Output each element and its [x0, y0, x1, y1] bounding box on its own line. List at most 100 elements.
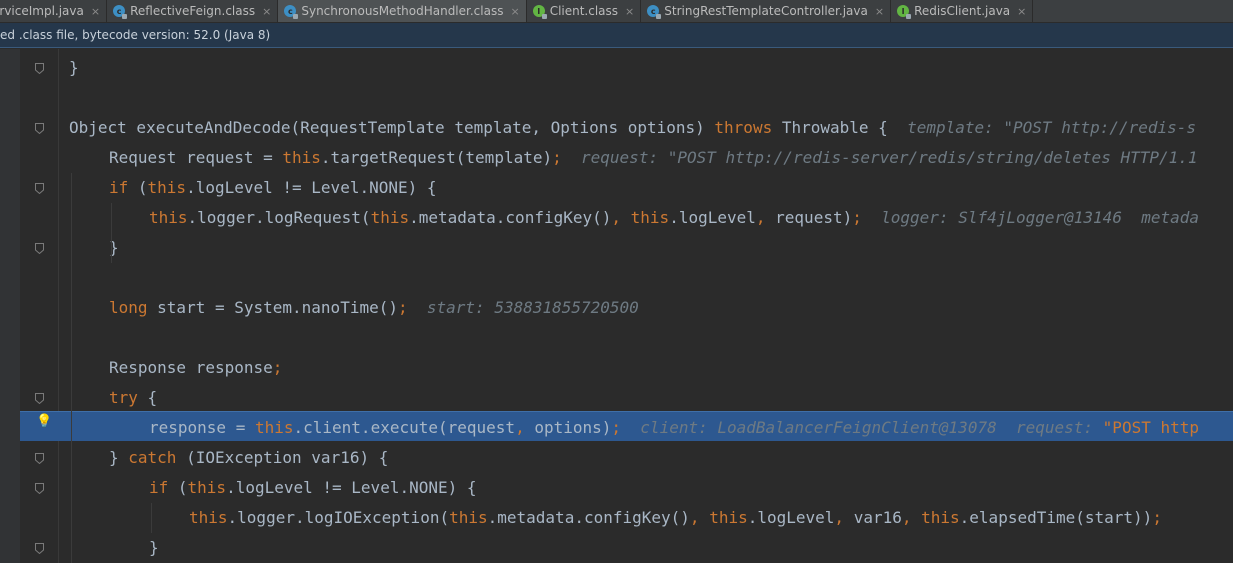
code-token: start = System.: [147, 298, 302, 317]
code-token: ,: [755, 208, 776, 227]
code-token: this: [149, 208, 188, 227]
code-line[interactable]: [69, 263, 1233, 293]
code-token: ;: [611, 418, 622, 437]
code-line[interactable]: }: [109, 233, 1233, 263]
code-token: (: [128, 178, 148, 197]
code-token: this: [630, 208, 670, 227]
code-token: ;: [852, 208, 862, 227]
close-icon[interactable]: ×: [510, 5, 519, 18]
fold-marker-icon[interactable]: [35, 123, 44, 134]
fold-marker-icon[interactable]: [35, 543, 44, 554]
code-token: .metadata.configKey(): [487, 508, 690, 527]
code-token: .logLevel: [747, 508, 835, 527]
code-line[interactable]: long start = System.nanoTime(); start: 5…: [109, 293, 1233, 323]
close-icon[interactable]: ×: [625, 5, 634, 18]
code-token: this: [189, 508, 228, 527]
code-token: ,: [515, 418, 535, 437]
code-token: this: [187, 478, 227, 497]
fold-marker-icon[interactable]: [35, 183, 44, 194]
code-token: var16: [853, 508, 902, 527]
close-icon[interactable]: ×: [262, 5, 271, 18]
class-icon: c: [647, 5, 662, 19]
code-token: if: [109, 178, 129, 197]
close-icon[interactable]: ×: [1017, 5, 1026, 18]
class-icon: c: [284, 5, 299, 19]
code-token: .logLevel: [669, 208, 756, 227]
code-token: ,: [834, 508, 854, 527]
inline-debug-value: start: 538831855720500: [407, 298, 639, 317]
indent-guide: [151, 503, 152, 533]
code-token: this: [370, 208, 410, 227]
editor-tab[interactable]: I RedisClient.java ×: [891, 0, 1034, 22]
editor-tab[interactable]: c StringRestTemplateController.java ×: [641, 0, 892, 22]
code-token: ,: [689, 508, 710, 527]
code-token: ;: [397, 298, 408, 317]
code-token: long: [109, 298, 148, 317]
code-line[interactable]: Response response;: [109, 353, 1233, 383]
code-token: .elapsedTime(start)): [959, 508, 1153, 527]
code-line[interactable]: this.logger.logRequest(this.metadata.con…: [149, 203, 1233, 233]
close-icon[interactable]: ×: [91, 5, 100, 18]
code-token: .targetRequest(template): [320, 148, 553, 167]
code-token: (): [378, 298, 398, 317]
code-token: (IOException var16) {: [176, 448, 389, 467]
code-token: ,: [611, 208, 631, 227]
code-line[interactable]: [69, 83, 1233, 113]
code-token: this: [709, 508, 748, 527]
code-line[interactable]: }: [149, 533, 1233, 563]
code-token: Request request =: [109, 148, 283, 167]
class-icon: c: [113, 5, 128, 19]
code-token: }: [69, 58, 79, 77]
editor-tab[interactable]: erviceImpl.java ×: [0, 0, 108, 22]
code-token: {: [137, 388, 158, 407]
code-line[interactable]: if (this.logLevel != Level.NONE) {: [149, 473, 1233, 503]
code-token: .logger.logIOException(: [227, 508, 450, 527]
code-token: this: [921, 508, 960, 527]
fold-marker-icon[interactable]: [35, 243, 44, 254]
code-token: request): [775, 208, 853, 227]
lightbulb-icon[interactable]: 💡: [36, 414, 52, 429]
fold-marker-icon[interactable]: [35, 393, 44, 404]
code-token: ;: [552, 148, 562, 167]
code-line[interactable]: } catch (IOException var16) {: [109, 443, 1233, 473]
close-icon[interactable]: ×: [875, 5, 884, 18]
code-token: .logger.logRequest(: [187, 208, 371, 227]
inline-debug-value: template: "POST http://redis-s: [907, 118, 1197, 137]
fold-marker-icon[interactable]: [35, 453, 44, 464]
code-line[interactable]: }: [69, 53, 1233, 83]
code-token: (: [168, 478, 188, 497]
indent-guide: [111, 203, 112, 263]
interface-icon: I: [532, 5, 547, 19]
code-line[interactable]: Request request = this.targetRequest(tem…: [109, 143, 1233, 173]
code-line[interactable]: this.logger.logIOException(this.metadata…: [189, 503, 1233, 533]
code-token: Response response: [109, 358, 273, 377]
code-token: .logLevel != Level.NONE) {: [226, 478, 477, 497]
tab-label: Client.class: [549, 4, 619, 18]
code-token: .logLevel != Level.NONE) {: [186, 178, 437, 197]
code-line[interactable]: [69, 323, 1233, 353]
code-editor[interactable]: } Object executeAndDecode(RequestTemplate…: [59, 49, 1233, 563]
code-token: ;: [1152, 508, 1162, 527]
code-token: if: [149, 478, 169, 497]
code-token: response =: [149, 418, 255, 437]
code-line[interactable]: response = this.client.execute(request, …: [149, 413, 1233, 443]
tab-label: RedisClient.java: [914, 4, 1011, 18]
code-line[interactable]: try {: [109, 383, 1233, 413]
code-line[interactable]: if (this.logLevel != Level.NONE) {: [109, 173, 1233, 203]
code-line[interactable]: Object executeAndDecode(RequestTemplate …: [69, 113, 1233, 143]
code-token: nanoTime: [301, 298, 379, 317]
editor-tab[interactable]: c SynchronousMethodHandler.class ×: [278, 0, 527, 22]
code-token: this: [449, 508, 488, 527]
code-token: .metadata.configKey(): [409, 208, 612, 227]
fold-column[interactable]: [20, 49, 59, 563]
code-token: try: [109, 388, 138, 407]
fold-marker-icon[interactable]: [35, 483, 44, 494]
banner-text: ed .class file, bytecode version: 52.0 (…: [0, 28, 271, 42]
code-token: this: [282, 148, 321, 167]
fold-marker-icon[interactable]: [35, 63, 44, 74]
editor-tab[interactable]: I Client.class ×: [527, 0, 642, 22]
tab-label: erviceImpl.java: [0, 4, 84, 18]
editor-tab[interactable]: c ReflectiveFeign.class ×: [107, 0, 279, 22]
tab-label: ReflectiveFeign.class: [130, 4, 256, 18]
line-gutter[interactable]: [0, 49, 20, 563]
